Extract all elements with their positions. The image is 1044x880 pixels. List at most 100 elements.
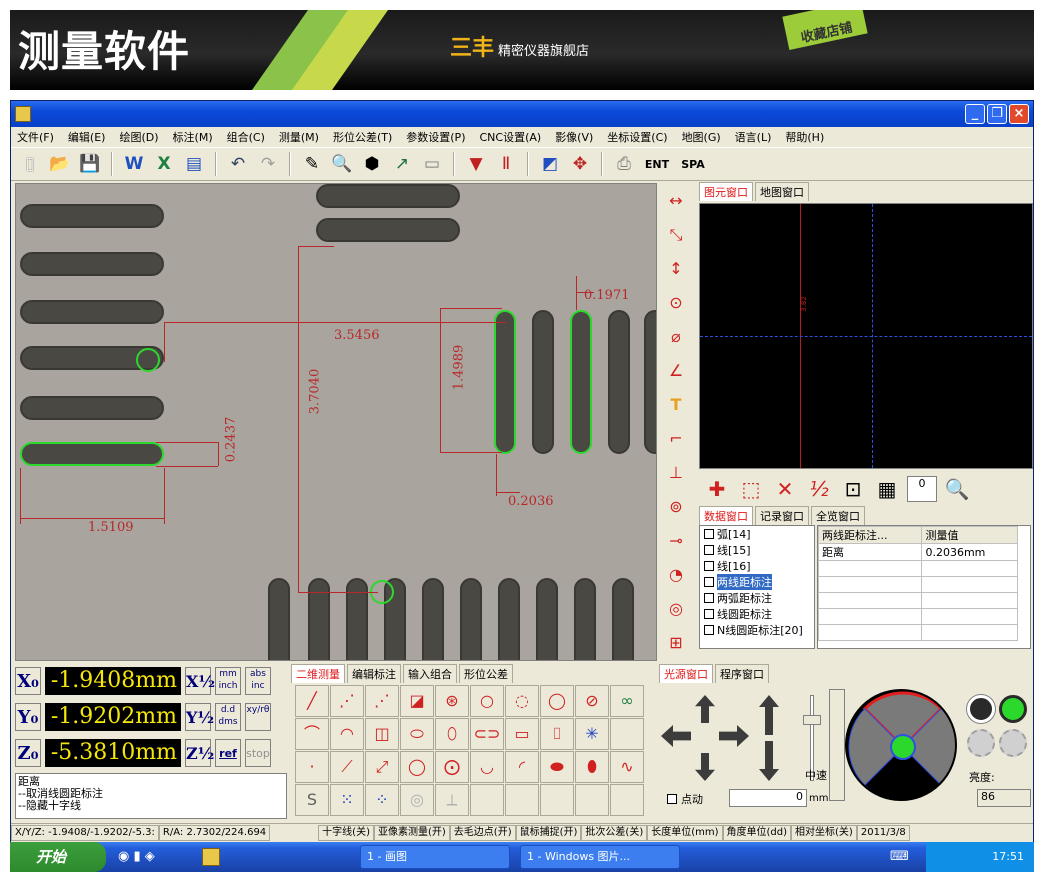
list-item[interactable]: 线[15] <box>700 542 814 558</box>
caliper-icon[interactable]: Ⅱ <box>493 151 519 177</box>
list-item[interactable]: 两线距标注 <box>700 574 814 590</box>
item-checkbox[interactable] <box>704 577 714 587</box>
column-header[interactable]: 测量值 <box>921 526 1018 544</box>
box-circle-icon[interactable]: ⊘ <box>575 685 609 717</box>
ellipse-fit-icon[interactable]: ⬬ <box>540 751 574 783</box>
table-row[interactable] <box>818 560 1018 577</box>
printer-icon[interactable]: ⎙ <box>611 151 637 177</box>
light-ring-dial[interactable] <box>845 689 957 801</box>
chamfer-icon[interactable]: ⌐ <box>663 425 689 453</box>
box-line-icon[interactable]: ◪ <box>400 685 434 717</box>
task-paint[interactable]: 1 - 画图 <box>360 845 510 869</box>
line-circle-icon[interactable]: ⊸ <box>663 527 689 555</box>
scatter-icon[interactable]: ⁘ <box>365 784 399 816</box>
3d-view-icon[interactable]: ⬢ <box>359 151 385 177</box>
status-subpixel[interactable]: 亚像素测量(开) <box>373 824 450 841</box>
horizontal-dimension-icon[interactable]: ↔ <box>663 187 689 215</box>
point-cloud-icon[interactable]: ⁙ <box>330 784 364 816</box>
menu-annotate[interactable]: 标注(M) <box>173 129 213 145</box>
tab-overview-window[interactable]: 全览窗口 <box>811 506 865 525</box>
status-angle-unit[interactable]: 角度单位(dd) <box>722 824 792 841</box>
bookmark-shop-badge[interactable]: 收藏店铺 <box>782 10 868 50</box>
x-half-button[interactable]: X½ <box>185 667 215 695</box>
zoom-fit-icon[interactable]: ⊡ <box>839 475 867 503</box>
list-item[interactable]: N线圆距标注[20] <box>700 622 814 638</box>
tab-form-tolerance[interactable]: 形位公差 <box>459 664 513 683</box>
title-bar[interactable]: _ ❐ × <box>11 101 1033 127</box>
ring-light-button[interactable] <box>967 695 995 723</box>
jog-checkbox[interactable] <box>667 794 677 804</box>
arc-fit-icon[interactable]: ◜ <box>505 751 539 783</box>
step-input[interactable]: 0 <box>729 789 807 807</box>
select-box-icon[interactable]: ⬚ <box>737 475 765 503</box>
spline-icon[interactable]: S <box>295 784 329 816</box>
zoom-icon[interactable]: 🔍 <box>329 151 355 177</box>
abs-inc-button[interactable]: abs inc <box>245 667 271 695</box>
ref-button[interactable]: ref <box>215 739 241 767</box>
polar-toggle-button[interactable]: xy/rθ <box>245 703 271 731</box>
status-crosshair[interactable]: 十字线(关) <box>318 824 374 841</box>
magnifier-icon[interactable]: 🔍 <box>943 475 971 503</box>
jog-right-icon[interactable] <box>719 725 749 747</box>
table-row[interactable]: 距离 0.2036mm <box>818 543 1018 561</box>
counter-field[interactable]: 0 <box>907 476 937 502</box>
quicklaunch-icons[interactable]: ◉ ▮ ◈ <box>118 849 155 864</box>
y-axis-label[interactable]: Y₀ <box>15 703 41 731</box>
item-checkbox[interactable] <box>704 529 714 539</box>
x-axis-label[interactable]: X₀ <box>15 667 41 695</box>
list-item[interactable]: 线圆距标注 <box>700 606 814 622</box>
multi-circle-icon[interactable]: ◎ <box>663 595 689 623</box>
status-length-unit[interactable]: 长度单位(mm) <box>647 824 723 841</box>
ellipse-multi-icon[interactable]: ⬯ <box>435 718 469 750</box>
light-scrollbar[interactable] <box>829 689 845 801</box>
two-point-line-icon[interactable]: ⋰ <box>330 685 364 717</box>
menu-image[interactable]: 影像(V) <box>555 129 593 145</box>
z-up-icon[interactable] <box>759 695 779 735</box>
tab-program-window[interactable]: 程序窗口 <box>715 664 769 683</box>
auto-circle-icon[interactable]: ∞ <box>610 685 644 717</box>
crosshair-add-icon[interactable]: ✚ <box>703 475 731 503</box>
item-checkbox[interactable] <box>704 545 714 555</box>
target-icon[interactable]: ◎ <box>400 784 434 816</box>
word-export-icon[interactable]: W <box>121 151 147 177</box>
y-half-button[interactable]: Y½ <box>185 703 214 731</box>
brightness-value[interactable]: 86 <box>977 789 1031 807</box>
tab-map-window[interactable]: 地图窗口 <box>755 182 809 201</box>
redo-icon[interactable]: ↷ <box>255 151 281 177</box>
spa-button[interactable]: SPA <box>677 158 709 171</box>
pointer-arrow-icon[interactable]: ↗ <box>389 151 415 177</box>
menu-combine[interactable]: 组合(C) <box>227 129 265 145</box>
slot-tool-icon[interactable]: ⊂⊃ <box>470 718 504 750</box>
column-header[interactable]: 两线距标注... <box>818 526 923 544</box>
calculator-icon[interactable]: ▦ <box>873 475 901 503</box>
line-segment-icon[interactable]: ⟋ <box>330 751 364 783</box>
menu-map[interactable]: 地图(G) <box>682 129 721 145</box>
item-checkbox[interactable] <box>704 561 714 571</box>
item-checkbox[interactable] <box>704 609 714 619</box>
menu-coordinates[interactable]: 坐标设置(C) <box>607 129 667 145</box>
numbering-icon[interactable]: ⅟₂ <box>805 475 833 503</box>
item-checkbox[interactable] <box>704 625 714 635</box>
axis-icon[interactable]: ⟂ <box>435 784 469 816</box>
probe-icon[interactable]: ▼ <box>463 151 489 177</box>
circle-center-icon[interactable]: ⨀ <box>435 751 469 783</box>
status-mouse-snap[interactable]: 鼠标捕捉(开) <box>515 824 582 841</box>
curve-tool-icon[interactable]: ∿ <box>610 751 644 783</box>
menu-draw[interactable]: 绘图(D) <box>119 129 158 145</box>
list-item[interactable]: 线[16] <box>700 558 814 574</box>
coaxial-light-button[interactable] <box>999 695 1027 723</box>
point-circle-icon[interactable]: ⊚ <box>663 493 689 521</box>
new-file-icon[interactable]: ▯ <box>17 151 43 177</box>
segment-light-button[interactable] <box>967 729 995 757</box>
menu-language[interactable]: 语言(L) <box>735 129 772 145</box>
menu-measure[interactable]: 测量(M) <box>279 129 319 145</box>
delete-icon[interactable]: ✕ <box>771 475 799 503</box>
circle-tool-icon[interactable]: ○ <box>470 685 504 717</box>
move-icon[interactable]: ✥ <box>567 151 593 177</box>
tab-figure-window[interactable]: 图元窗口 <box>699 182 753 201</box>
figure-window-canvas[interactable]: 3.82 <box>699 203 1033 469</box>
segment-light-button[interactable] <box>999 729 1027 757</box>
status-deburr[interactable]: 去毛边点(开) <box>449 824 516 841</box>
item-checkbox[interactable] <box>704 593 714 603</box>
jog-up-icon[interactable] <box>695 695 715 723</box>
